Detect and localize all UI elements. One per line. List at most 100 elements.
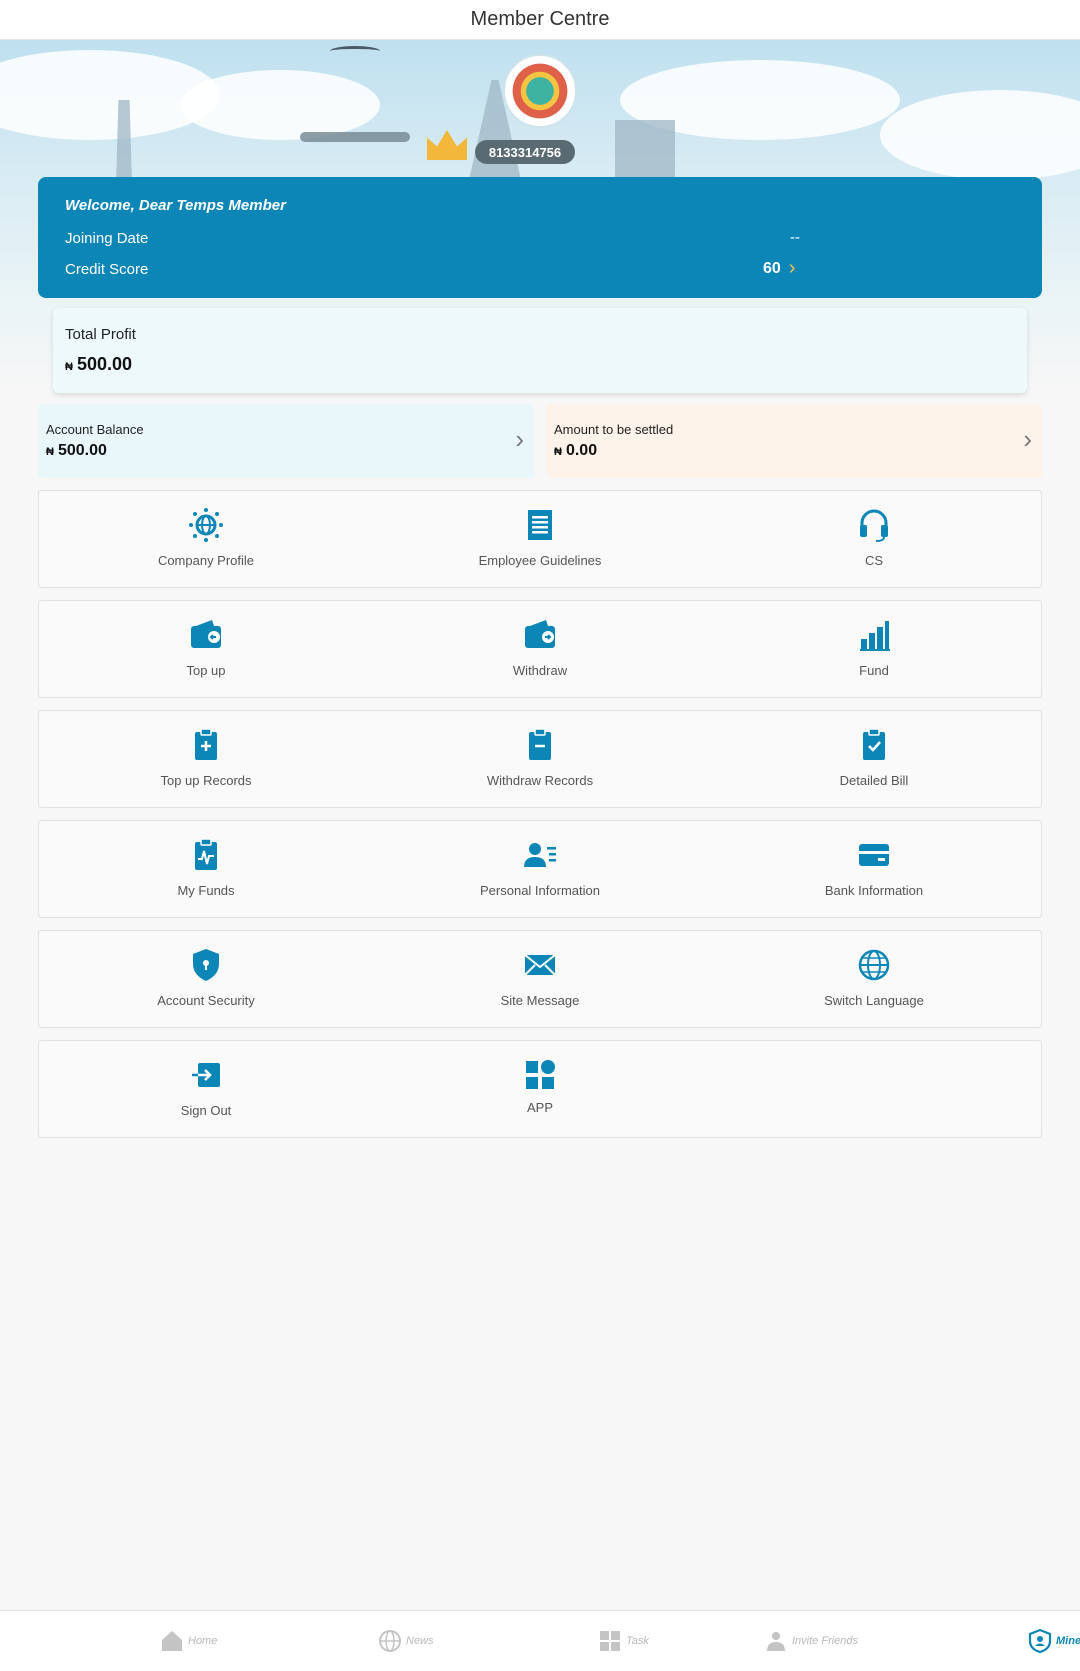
welcome-card: Welcome, Dear Temps Member Joining Date …: [38, 177, 1042, 298]
bank-information-button[interactable]: Bank Information: [707, 821, 1041, 919]
clipboard-pulse-icon: [188, 837, 224, 873]
top-up-records-button[interactable]: Top up Records: [39, 711, 373, 809]
top-up-label: Top up: [186, 663, 226, 678]
credit-score-value: 60: [763, 259, 781, 277]
naira-symbol: ₦: [554, 446, 562, 458]
nav-home-label: Home: [188, 1635, 218, 1647]
clipboard-check-icon: [856, 727, 892, 763]
nav-mine[interactable]: Mine: [1028, 1629, 1080, 1653]
credit-score-link[interactable]: 60 ›: [763, 257, 795, 280]
menu-row: Account Security Site Message Switch Lan…: [38, 930, 1042, 1028]
chevron-right-icon: ›: [1023, 424, 1032, 454]
amount-to-settle-amount: 0.00: [565, 442, 598, 459]
user-shield-icon: [1028, 1629, 1052, 1653]
top-up-button[interactable]: Top up: [39, 601, 373, 699]
total-profit-label: Total Profit: [65, 326, 136, 343]
cloud: [180, 70, 380, 140]
nav-home[interactable]: Home: [160, 1629, 217, 1653]
wallet-in-icon: [188, 617, 224, 653]
account-security-label: Account Security: [157, 993, 255, 1008]
fund-button[interactable]: Fund: [707, 601, 1041, 699]
company-profile-button[interactable]: Company Profile: [39, 491, 373, 589]
my-funds-button[interactable]: My Funds: [39, 821, 373, 919]
user-id-badge: 8133314756: [475, 140, 575, 164]
nav-news[interactable]: News: [378, 1629, 434, 1653]
menu-row: My Funds Personal Information Bank Infor…: [38, 820, 1042, 918]
withdraw-records-label: Withdraw Records: [486, 773, 594, 788]
user-list-icon: [522, 837, 558, 873]
shield-icon: [188, 947, 224, 983]
site-message-button[interactable]: Site Message: [373, 931, 707, 1029]
switch-language-label: Switch Language: [824, 993, 924, 1008]
employee-guidelines-button[interactable]: Employee Guidelines: [373, 491, 707, 589]
withdraw-button[interactable]: Withdraw: [373, 601, 707, 699]
menu-row: Company Profile Employee Guidelines CS: [38, 490, 1042, 588]
bird-icon: [330, 46, 380, 56]
account-balance-value: ₦ 500.00: [46, 442, 107, 460]
nav-news-label: News: [406, 1635, 434, 1647]
personal-information-button[interactable]: Personal Information: [373, 821, 707, 919]
menu-row: Top up Records Withdraw Records Detailed…: [38, 710, 1042, 808]
headset-icon: [856, 507, 892, 543]
credit-score-label: Credit Score: [65, 261, 149, 278]
detailed-bill-label: Detailed Bill: [839, 773, 909, 788]
envelope-icon: [522, 947, 558, 983]
nav-invite-friends[interactable]: Invite Friends: [764, 1629, 858, 1653]
app-button[interactable]: APP: [373, 1041, 707, 1139]
welcome-title: Welcome, Dear Temps Member: [65, 197, 286, 214]
nav-task-label: Task: [626, 1635, 649, 1647]
globe-icon: [379, 1630, 401, 1652]
personal-information-label: Personal Information: [480, 883, 600, 898]
top-bar: Member Centre: [0, 0, 1080, 40]
bank-information-label: Bank Information: [824, 883, 924, 898]
amount-to-settle-value: ₦ 0.00: [554, 442, 597, 460]
bottom-navigation: Home News Task Invite Friends Mine: [0, 1610, 1080, 1671]
cloud: [880, 90, 1080, 180]
clipboard-plus-icon: [188, 727, 224, 763]
app-grid-icon: [522, 1057, 558, 1093]
total-profit-value: ₦ 500.00: [65, 354, 132, 375]
invite-friends-icon: [767, 1632, 785, 1651]
home-icon: [162, 1631, 182, 1651]
menu-row: Sign Out APP: [38, 1040, 1042, 1138]
switch-language-button[interactable]: Switch Language: [707, 931, 1041, 1029]
document-icon: [522, 507, 558, 543]
amount-to-settle-label: Amount to be settled: [554, 422, 674, 437]
chevron-right-icon: ›: [515, 424, 524, 454]
withdraw-records-button[interactable]: Withdraw Records: [373, 711, 707, 809]
cs-button[interactable]: CS: [707, 491, 1041, 589]
nav-invite-friends-label: Invite Friends: [792, 1635, 859, 1647]
airplane-icon: [300, 132, 410, 142]
app-label: APP: [526, 1100, 553, 1115]
avatar[interactable]: [505, 56, 575, 126]
amount-to-settle-card[interactable]: Amount to be settled ₦ 0.00 ›: [546, 404, 1042, 478]
sign-out-label: Sign Out: [180, 1103, 232, 1118]
fund-label: Fund: [859, 663, 889, 678]
nav-task[interactable]: Task: [598, 1629, 649, 1653]
page-title: Member Centre: [470, 8, 610, 30]
bank-card-icon: [856, 837, 892, 873]
naira-symbol: ₦: [65, 361, 73, 373]
employee-guidelines-label: Employee Guidelines: [478, 553, 602, 568]
cs-label: CS: [864, 553, 884, 568]
site-message-label: Site Message: [500, 993, 580, 1008]
nav-mine-label: Mine: [1056, 1635, 1080, 1647]
company-profile-label: Company Profile: [157, 553, 255, 568]
sign-out-button[interactable]: Sign Out: [39, 1041, 373, 1139]
my-funds-label: My Funds: [177, 883, 235, 898]
account-security-button[interactable]: Account Security: [39, 931, 373, 1029]
account-balance-amount: 500.00: [57, 442, 107, 459]
globe-network-icon: [188, 507, 224, 543]
detailed-bill-button[interactable]: Detailed Bill: [707, 711, 1041, 809]
account-balance-card[interactable]: Account Balance ₦ 500.00 ›: [38, 404, 534, 478]
joining-date-label: Joining Date: [65, 230, 149, 247]
task-grid-icon: [600, 1631, 620, 1651]
wallet-out-icon: [522, 617, 558, 653]
menu-row: Top up Withdraw Fund: [38, 600, 1042, 698]
chevron-right-icon: ›: [788, 257, 796, 279]
clipboard-minus-icon: [522, 727, 558, 763]
withdraw-label: Withdraw: [512, 663, 568, 678]
account-balance-label: Account Balance: [46, 422, 144, 437]
naira-symbol: ₦: [46, 446, 54, 458]
joining-date-value: --: [790, 229, 800, 246]
